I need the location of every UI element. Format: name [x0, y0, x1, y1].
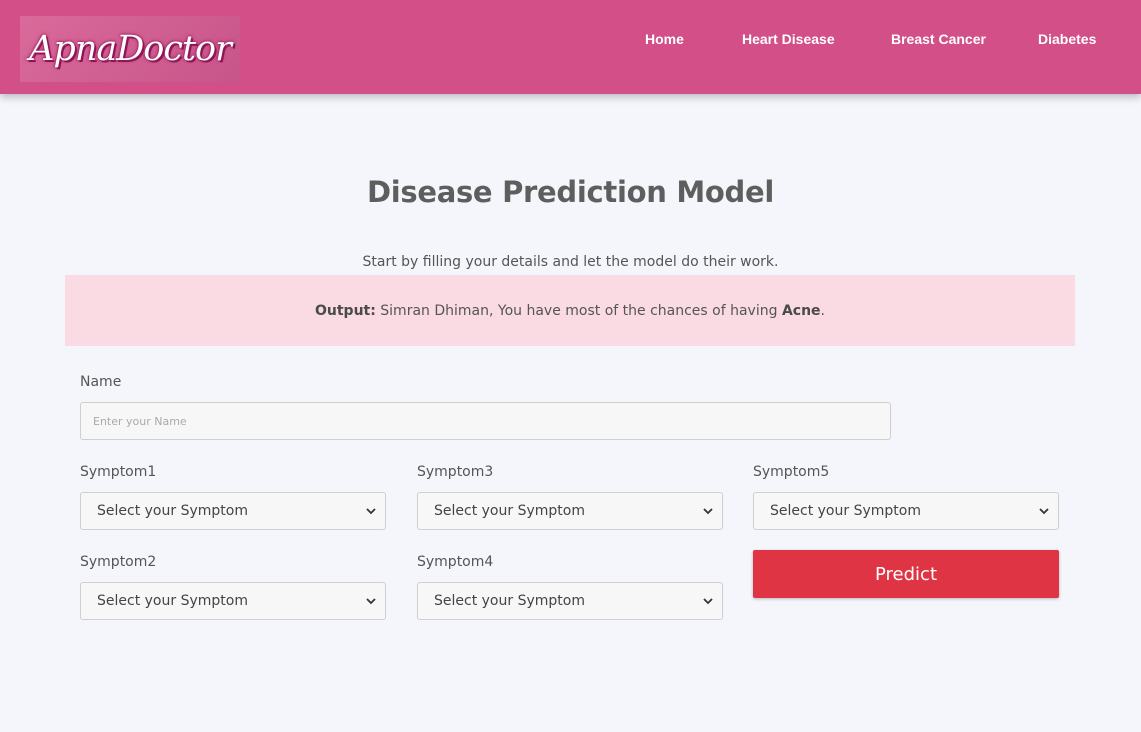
nav-heart-disease[interactable]: Heart Disease [742, 31, 835, 47]
symptom2-select[interactable]: Select your Symptom [80, 582, 386, 620]
symptom1-select-value: Select your Symptom [97, 503, 248, 519]
output-label: Output: [314, 302, 376, 319]
output-disease: Acne [781, 302, 821, 319]
output-end: . [820, 302, 825, 319]
symptom4-select-value: Select your Symptom [434, 593, 585, 609]
name-label: Name [80, 374, 122, 390]
page-subtitle: Start by filling your details and let th… [362, 254, 779, 270]
symptom2-select-value: Select your Symptom [97, 593, 248, 609]
navbar: ApnaDoctor Home Heart Disease Breast Can… [0, 0, 1141, 94]
chevron-down-icon [703, 508, 713, 515]
symptom4-select[interactable]: Select your Symptom [417, 582, 723, 620]
symptom1-label: Symptom1 [80, 464, 157, 480]
nav-diabetes[interactable]: Diabetes [1038, 31, 1096, 47]
symptom3-label: Symptom3 [417, 464, 494, 480]
predict-button[interactable]: Predict [753, 550, 1059, 598]
chevron-down-icon [1039, 508, 1049, 515]
nav-breast-cancer[interactable]: Breast Cancer [891, 31, 986, 47]
logo-text: ApnaDoctor [29, 29, 232, 69]
symptom4-label: Symptom4 [417, 554, 494, 570]
name-input[interactable] [80, 402, 891, 440]
page-title: Disease Prediction Model [366, 175, 775, 209]
output-message: Simran Dhiman, You have most of the chan… [375, 302, 782, 319]
symptom5-select-value: Select your Symptom [770, 503, 921, 519]
symptom5-select[interactable]: Select your Symptom [753, 492, 1059, 530]
chevron-down-icon [366, 508, 376, 515]
symptom1-select[interactable]: Select your Symptom [80, 492, 386, 530]
chevron-down-icon [703, 598, 713, 605]
symptom2-label: Symptom2 [80, 554, 157, 570]
symptom5-label: Symptom5 [753, 464, 830, 480]
output-alert: Output: Simran Dhiman, You have most of … [65, 275, 1075, 346]
chevron-down-icon [366, 598, 376, 605]
nav-home[interactable]: Home [645, 31, 684, 47]
symptom3-select-value: Select your Symptom [434, 503, 585, 519]
logo[interactable]: ApnaDoctor [20, 16, 240, 82]
symptom3-select[interactable]: Select your Symptom [417, 492, 723, 530]
